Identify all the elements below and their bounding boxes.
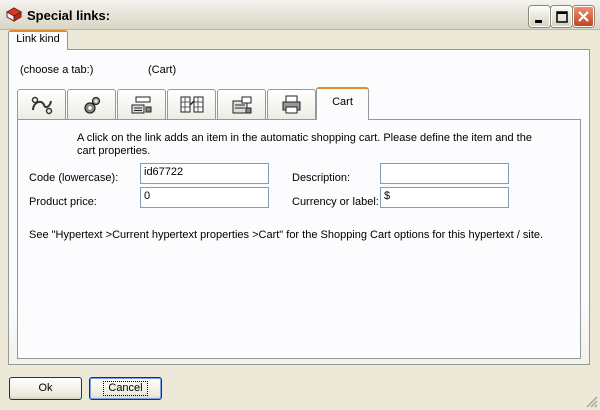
current-kind-label: (Cart) <box>148 64 177 76</box>
currency-label: Currency or label: <box>292 196 379 208</box>
resize-grip[interactable] <box>584 394 598 408</box>
code-field[interactable]: id67722 <box>140 163 269 184</box>
title-bar[interactable]: Special links: <box>0 0 600 30</box>
description-field[interactable] <box>380 163 509 184</box>
maximize-button[interactable] <box>551 6 572 27</box>
window-title: Special links: <box>27 8 111 23</box>
tab-link-anchor[interactable] <box>17 89 66 119</box>
code-label: Code (lowercase): <box>29 172 119 184</box>
tab-grid-link[interactable] <box>167 89 216 119</box>
tab-window-list[interactable] <box>117 89 166 119</box>
price-field[interactable]: 0 <box>140 187 269 208</box>
red-book-icon <box>5 7 23 23</box>
tab-cart-label: Cart <box>332 96 353 108</box>
close-button[interactable] <box>573 6 594 27</box>
tab-cart[interactable]: Cart <box>316 87 369 120</box>
cart-description-text: A click on the link adds an item in the … <box>77 132 532 157</box>
choose-tab-label: (choose a tab:) <box>20 64 94 76</box>
price-label: Product price: <box>29 196 97 208</box>
tab-print[interactable] <box>267 89 316 119</box>
description-label: Description: <box>292 172 351 184</box>
cancel-button-label: Cancel <box>103 381 148 396</box>
currency-field[interactable]: $ <box>380 187 509 208</box>
ok-button[interactable]: Ok <box>9 377 82 400</box>
minimize-button[interactable] <box>529 6 550 27</box>
tab-gears[interactable] <box>67 89 116 119</box>
ok-button-label: Ok <box>38 382 53 394</box>
tab-link-kind[interactable]: Link kind <box>8 30 68 50</box>
cart-options-note: See "Hypertext >Current hypertext proper… <box>29 229 544 241</box>
cancel-button[interactable]: Cancel <box>89 377 162 400</box>
tab-popup-window[interactable] <box>217 89 266 119</box>
